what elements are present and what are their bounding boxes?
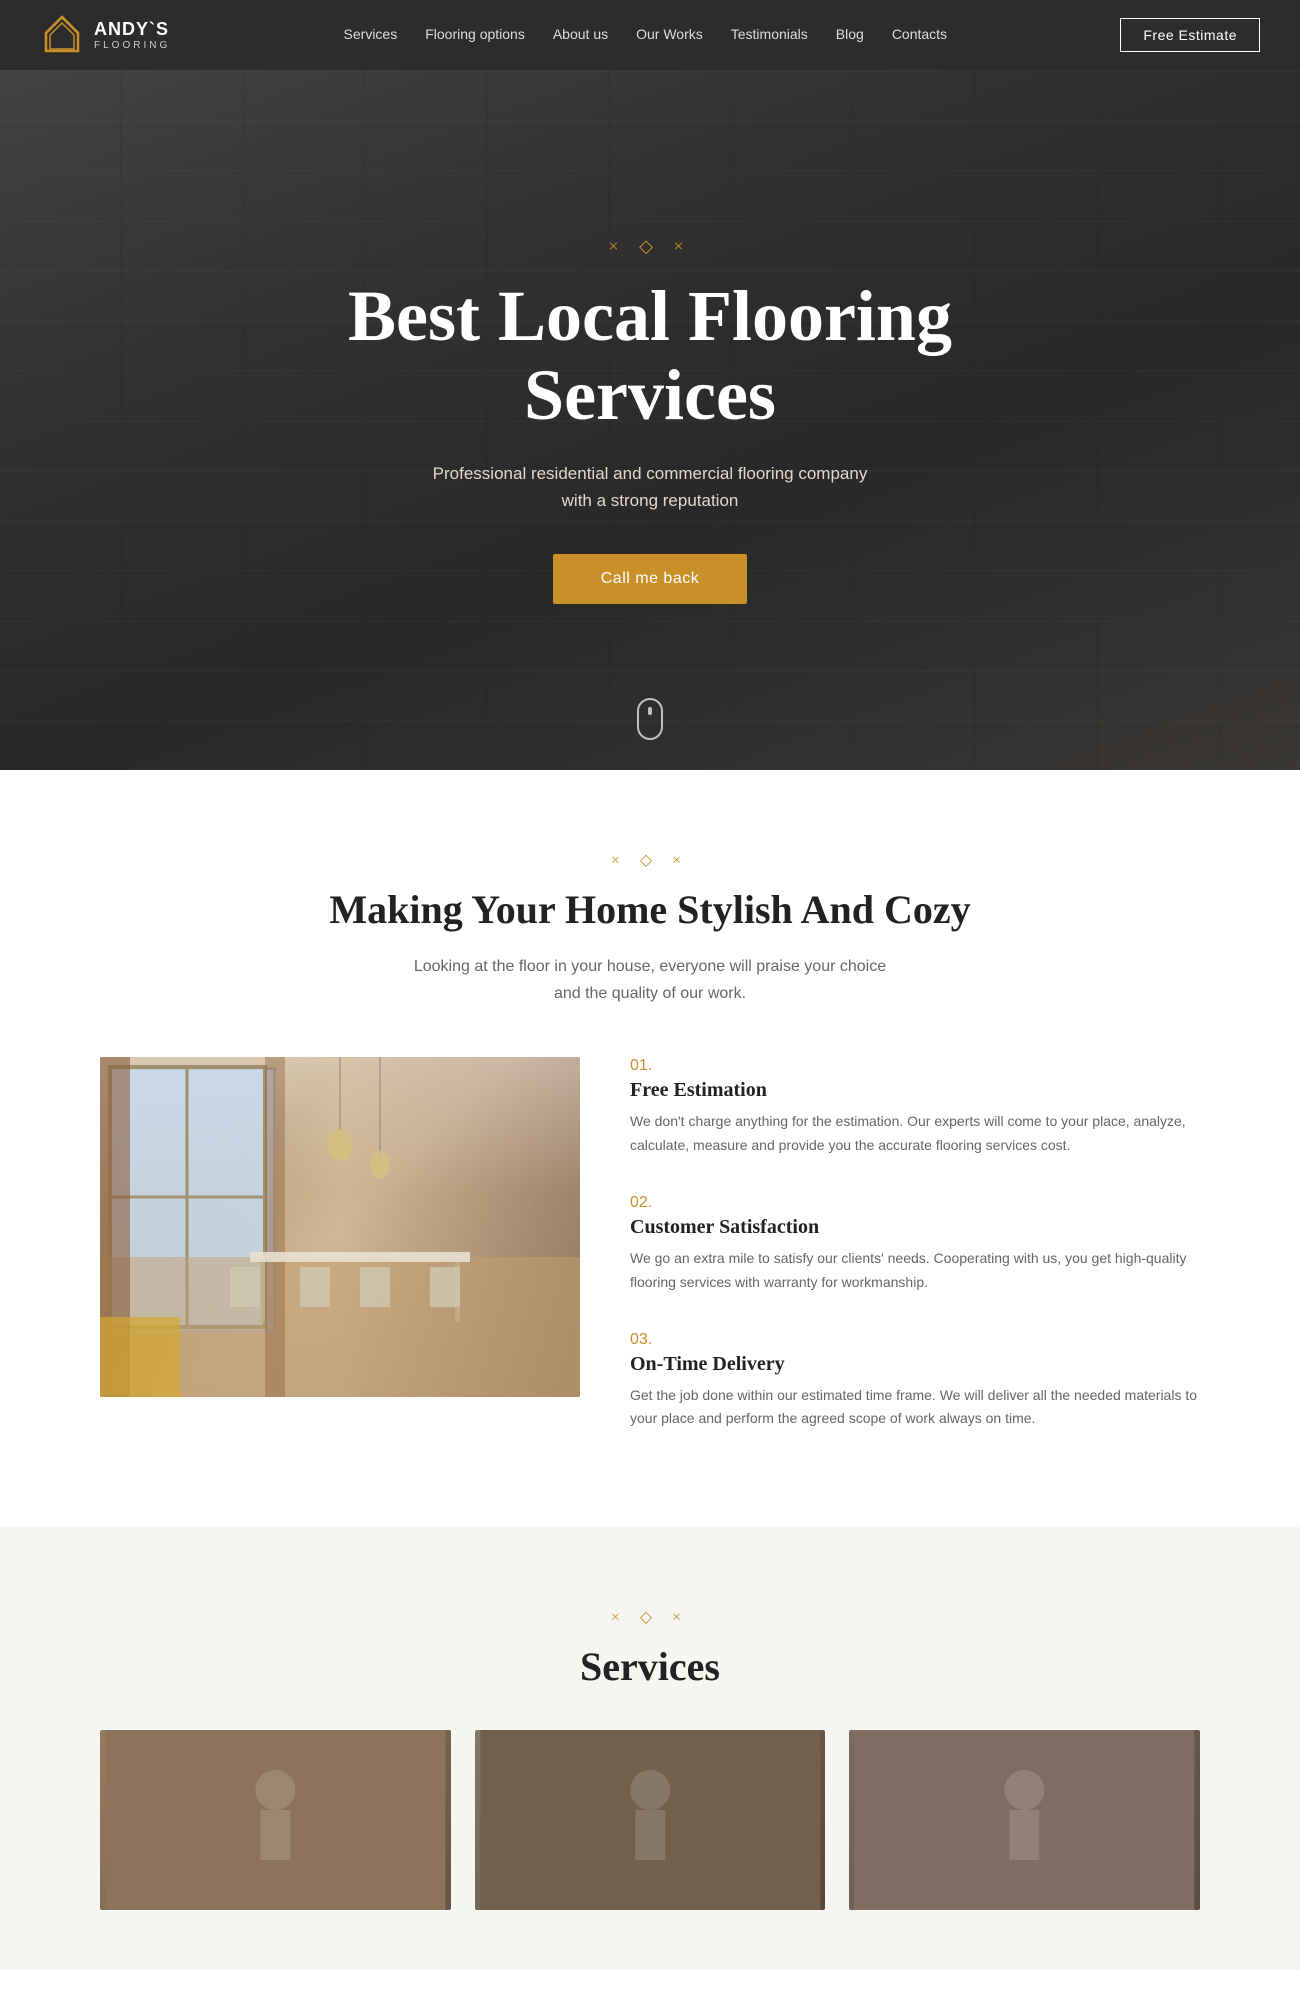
scroll-indicator (637, 698, 663, 740)
hero-section: × ◇ × Best Local Flooring Services Profe… (0, 70, 1300, 770)
nav-item-contacts[interactable]: Contacts (892, 26, 947, 44)
free-estimate-button[interactable]: Free Estimate (1120, 18, 1260, 52)
nav-item-about[interactable]: About us (553, 26, 608, 44)
hero-title: Best Local Flooring Services (320, 277, 980, 435)
service-card-2[interactable] (475, 1730, 826, 1910)
hero-ornament: × ◇ × (320, 236, 980, 257)
feature-text-2: We go an extra mile to satisfy our clien… (630, 1247, 1200, 1295)
making-home-title: Making Your Home Stylish And Cozy (40, 886, 1260, 933)
hero-subtitle-line1: Professional residential and commercial … (433, 464, 868, 483)
features-row: 01. Free Estimation We don't charge anyt… (100, 1057, 1200, 1467)
hero-subtitle-line2: with a strong reputation (562, 491, 739, 510)
nav-item-flooring[interactable]: Flooring options (425, 26, 525, 44)
feature-item-1: 01. Free Estimation We don't charge anyt… (630, 1057, 1200, 1158)
logo-text: ANDY`S FLOORING (94, 19, 170, 51)
feature-item-2: 02. Customer Satisfaction We go an extra… (630, 1194, 1200, 1295)
nav-item-blog[interactable]: Blog (836, 26, 864, 44)
services-ornament: × ◇ × (40, 1607, 1260, 1627)
making-home-desc-line1: Looking at the floor in your house, ever… (414, 958, 886, 975)
feature-title-2: Customer Satisfaction (630, 1216, 1200, 1239)
making-home-desc: Looking at the floor in your house, ever… (350, 953, 950, 1007)
scroll-mouse-icon (637, 698, 663, 740)
navbar: ANDY`S FLOORING Services Flooring option… (0, 0, 1300, 70)
room-svg (100, 1057, 580, 1397)
service-card-1-img (100, 1730, 451, 1910)
hero-subtitle: Professional residential and commercial … (320, 460, 980, 514)
nav-links: Services Flooring options About us Our W… (344, 26, 948, 44)
feature-text-1: We don't charge anything for the estimat… (630, 1110, 1200, 1158)
call-me-back-button[interactable]: Call me back (553, 554, 747, 604)
services-section: × ◇ × Services (0, 1527, 1300, 1970)
brand-name: ANDY`S (94, 19, 170, 40)
scroll-dot (648, 707, 652, 715)
making-home-section: × ◇ × Making Your Home Stylish And Cozy … (0, 770, 1300, 1527)
service-card-3[interactable] (849, 1730, 1200, 1910)
nav-item-testimonials[interactable]: Testimonials (731, 26, 808, 44)
nav-item-services[interactable]: Services (344, 26, 398, 44)
hero-content: × ◇ × Best Local Flooring Services Profe… (300, 236, 1000, 604)
making-home-desc-line2: and the quality of our work. (554, 985, 746, 1002)
services-grid (100, 1730, 1200, 1910)
making-home-ornament: × ◇ × (40, 850, 1260, 870)
service-card-1[interactable] (100, 1730, 451, 1910)
feature-num-1: 01. (630, 1057, 1200, 1075)
feature-text-3: Get the job done within our estimated ti… (630, 1384, 1200, 1432)
brand-sub: FLOORING (94, 40, 170, 51)
nav-item-works[interactable]: Our Works (636, 26, 703, 44)
service-card-2-img (475, 1730, 826, 1910)
features-list: 01. Free Estimation We don't charge anyt… (630, 1057, 1200, 1467)
feature-title-1: Free Estimation (630, 1079, 1200, 1102)
feature-num-3: 03. (630, 1331, 1200, 1349)
logo-icon (40, 13, 84, 57)
features-image (100, 1057, 580, 1397)
service-card-3-img (849, 1730, 1200, 1910)
services-title: Services (40, 1643, 1260, 1690)
feature-item-3: 03. On-Time Delivery Get the job done wi… (630, 1331, 1200, 1432)
feature-num-2: 02. (630, 1194, 1200, 1212)
feature-title-3: On-Time Delivery (630, 1353, 1200, 1376)
logo[interactable]: ANDY`S FLOORING (40, 13, 170, 57)
